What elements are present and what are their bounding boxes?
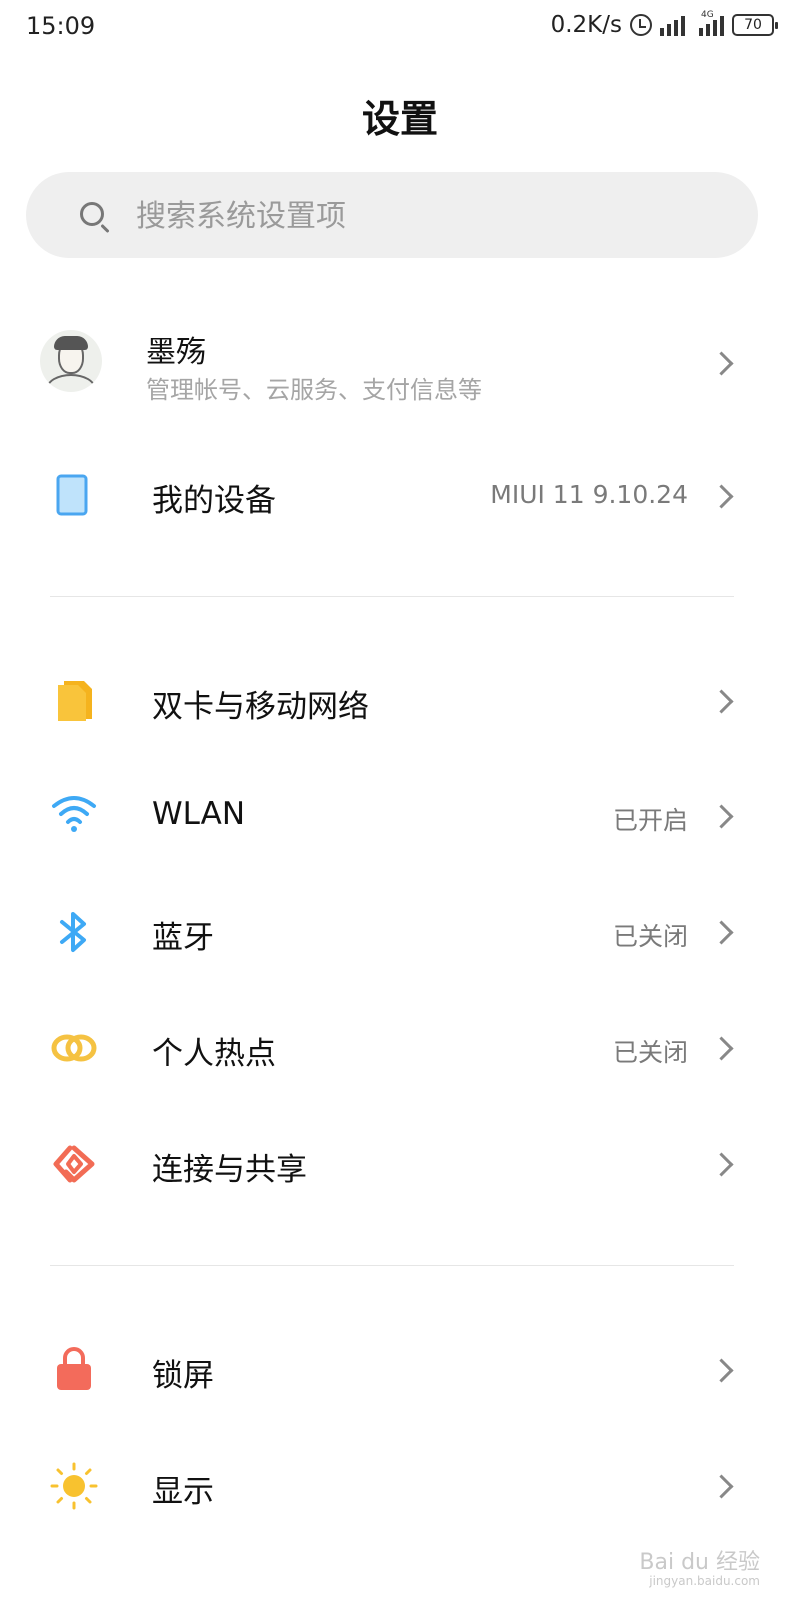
search-bar[interactable] (26, 172, 758, 260)
lock-screen-row[interactable]: 锁屏 (0, 1314, 800, 1424)
chevron-right-icon (709, 920, 734, 945)
connection-sharing-label: 连接与共享 (152, 1152, 307, 1188)
my-device-label: 我的设备 (152, 483, 276, 519)
hotspot-icon (51, 1034, 97, 1062)
avatar (40, 330, 102, 392)
chevron-right-icon (709, 1152, 734, 1177)
chevron-right-icon (709, 1474, 734, 1499)
signal-4g-icon: 4G (699, 10, 724, 36)
chevron-right-icon (709, 1358, 734, 1383)
account-name: 墨殇 (146, 335, 206, 370)
my-device-value: MIUI 11 9.10.24 (490, 480, 688, 509)
sim-network-label: 双卡与移动网络 (152, 689, 369, 725)
chevron-right-icon (709, 689, 734, 714)
page-title: 设置 (361, 97, 438, 141)
display-label: 显示 (152, 1474, 214, 1510)
chevron-right-icon (709, 484, 734, 509)
signal-icon (660, 14, 685, 36)
lock-icon (57, 1347, 91, 1390)
status-bar: 15:09 0.2K/s 4G 70 (0, 0, 800, 56)
display-row[interactable]: 显示 (0, 1430, 800, 1540)
wifi-icon (52, 796, 96, 832)
watermark-logo: Bai du 经验 jingyan.baidu.com (639, 1549, 760, 1588)
alarm-icon (630, 14, 652, 36)
search-input[interactable] (134, 172, 738, 260)
chevron-right-icon (709, 804, 734, 829)
watermark-url: jingyan.baidu.com (649, 1573, 760, 1588)
bluetooth-icon (60, 912, 86, 952)
status-indicators: 0.2K/s 4G 70 (550, 10, 778, 38)
search-icon (80, 202, 104, 226)
network-speed: 0.2K/s (550, 12, 622, 38)
network-type-label: 4G (701, 10, 714, 20)
hotspot-row[interactable]: 个人热点 已关闭 (0, 992, 800, 1102)
wlan-row[interactable]: WLAN 已开启 (0, 760, 800, 870)
bluetooth-row[interactable]: 蓝牙 已关闭 (0, 876, 800, 986)
share-icon (53, 1145, 95, 1183)
sun-icon (50, 1462, 98, 1510)
account-subtitle: 管理帐号、云服务、支付信息等 (146, 376, 482, 404)
battery-icon: 70 (732, 14, 778, 36)
sim-network-row[interactable]: 双卡与移动网络 (0, 645, 800, 755)
sim-card-icon (58, 681, 92, 721)
battery-level: 70 (744, 17, 762, 33)
status-time: 15:09 (26, 12, 96, 40)
tablet-icon (56, 474, 88, 516)
divider (50, 596, 734, 597)
chevron-right-icon (709, 1036, 734, 1061)
lock-screen-label: 锁屏 (152, 1358, 214, 1394)
divider (50, 1265, 734, 1266)
connection-sharing-row[interactable]: 连接与共享 (0, 1108, 800, 1218)
wlan-label: WLAN (152, 796, 246, 832)
my-device-row[interactable]: 我的设备 MIUI 11 9.10.24 (0, 440, 800, 550)
watermark-brand: Bai du 经验 (639, 1549, 760, 1575)
bluetooth-status: 已关闭 (612, 922, 688, 951)
hotspot-label: 个人热点 (152, 1036, 276, 1072)
hotspot-status: 已关闭 (612, 1038, 688, 1067)
wlan-status: 已开启 (612, 806, 688, 835)
bluetooth-label: 蓝牙 (152, 920, 214, 956)
